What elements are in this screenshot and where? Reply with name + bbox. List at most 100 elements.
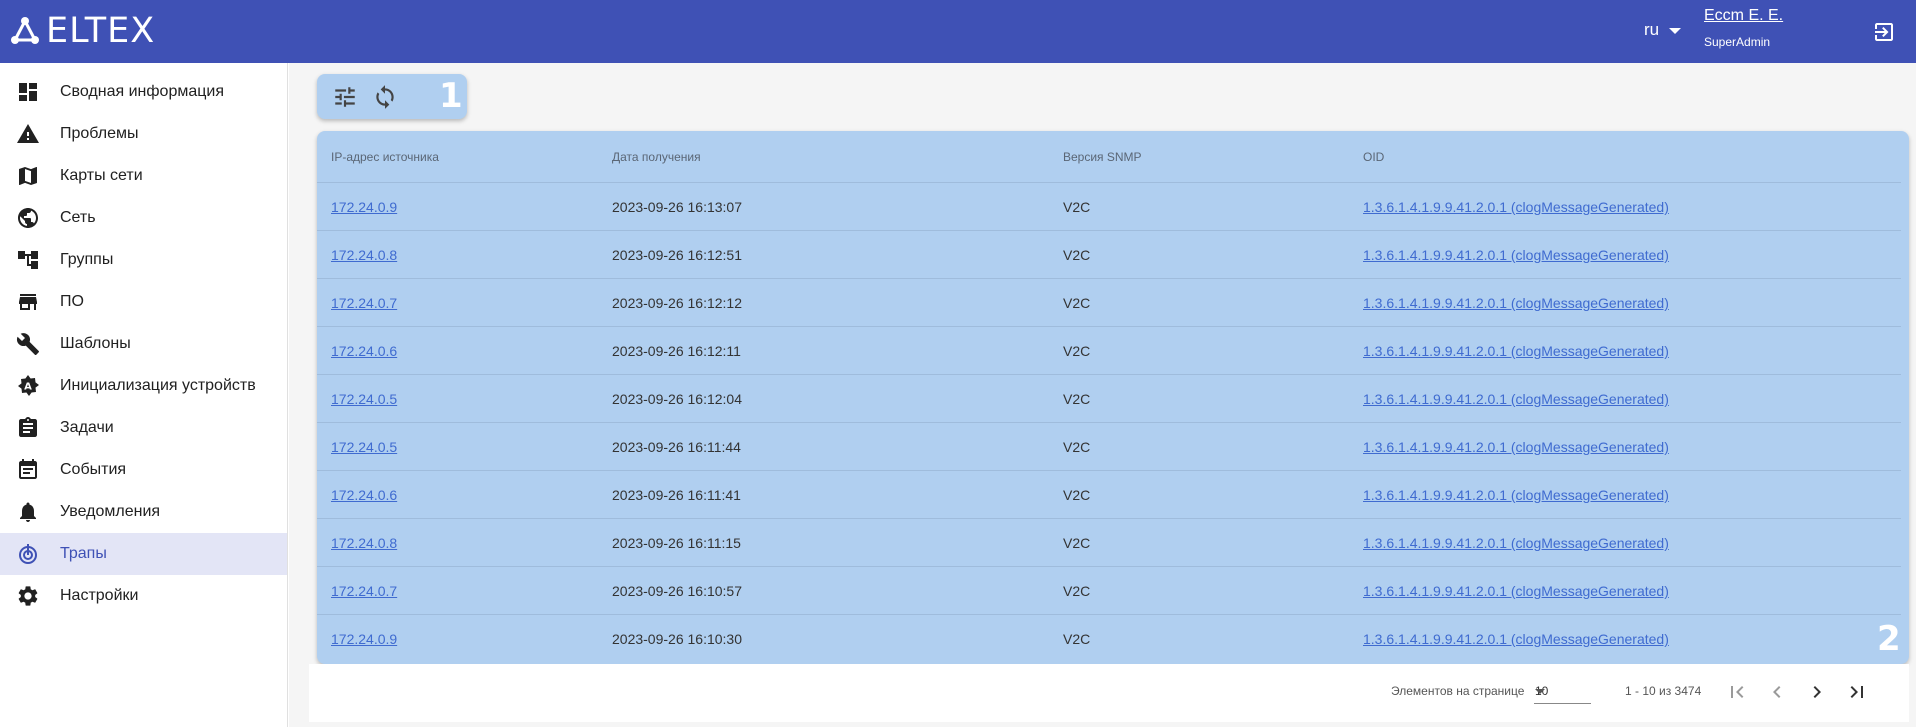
sidebar-item-network[interactable]: Сеть: [0, 197, 287, 239]
source-ip-link[interactable]: 172.24.0.7: [331, 583, 397, 599]
sidebar-item-templates[interactable]: Шаблоны: [0, 323, 287, 365]
snmp-version: V2C: [1063, 583, 1091, 599]
language-value: ru: [1644, 20, 1660, 39]
map-icon: [19, 167, 37, 185]
oid-link[interactable]: 1.3.6.1.4.1.9.9.41.2.0.1 (clogMessageGen…: [1363, 199, 1669, 215]
snmp-version: V2C: [1063, 487, 1091, 503]
received-date: 2023-09-26 16:10:57: [612, 583, 742, 599]
sidebar-item-notifications[interactable]: Уведомления: [0, 491, 287, 533]
sidebar-item-groups[interactable]: Группы: [0, 239, 287, 281]
source-ip-link[interactable]: 172.24.0.6: [331, 487, 397, 503]
table-row[interactable]: 172.24.0.5 2023-09-26 16:12:04 V2C 1.3.6…: [317, 375, 1901, 423]
sidebar-item-label: Уведомления: [60, 503, 161, 520]
toolbar: 1: [317, 74, 467, 119]
source-ip-link[interactable]: 172.24.0.9: [331, 631, 397, 647]
column-header-ip[interactable]: IP-адрес источника: [331, 150, 439, 164]
column-header-date[interactable]: Дата получения: [612, 150, 701, 164]
received-date: 2023-09-26 16:13:07: [612, 199, 742, 215]
oid-link[interactable]: 1.3.6.1.4.1.9.9.41.2.0.1 (clogMessageGen…: [1363, 247, 1669, 263]
warning-icon: [17, 124, 39, 143]
sidebar-item-label: Группы: [60, 251, 114, 268]
table-row[interactable]: 172.24.0.5 2023-09-26 16:11:44 V2C 1.3.6…: [317, 423, 1901, 471]
source-ip-link[interactable]: 172.24.0.9: [331, 199, 397, 215]
source-ip-link[interactable]: 172.24.0.6: [331, 343, 397, 359]
next-page-icon[interactable]: [1805, 680, 1829, 704]
sidebar-item-device-init[interactable]: A Инициализация устройств: [0, 365, 287, 407]
eltex-logo[interactable]: ELTEX: [10, 13, 155, 49]
refresh-icon[interactable]: [372, 84, 398, 110]
user-name[interactable]: Eccm E. E.: [1704, 7, 1783, 25]
oid-link[interactable]: 1.3.6.1.4.1.9.9.41.2.0.1 (clogMessageGen…: [1363, 535, 1669, 551]
app-header: ELTEX ru Eccm E. E. SuperAdmin: [0, 0, 1916, 63]
snmp-version: V2C: [1063, 343, 1091, 359]
oid-link[interactable]: 1.3.6.1.4.1.9.9.41.2.0.1 (clogMessageGen…: [1363, 295, 1669, 311]
trap-icon: [19, 544, 37, 564]
snmp-version: V2C: [1063, 631, 1091, 647]
sidebar-item-label: Инициализация устройств: [60, 377, 256, 394]
table-row[interactable]: 172.24.0.7 2023-09-26 16:12:12 V2C 1.3.6…: [317, 279, 1901, 327]
column-header-snmp-version[interactable]: Версия SNMP: [1063, 150, 1142, 164]
snmp-version: V2C: [1063, 391, 1091, 407]
sidebar-item-dashboard[interactable]: Сводная информация: [0, 71, 287, 113]
dashboard-icon: [19, 83, 37, 101]
sidebar-item-label: События: [60, 461, 127, 478]
received-date: 2023-09-26 16:12:04: [612, 391, 742, 407]
sidebar-item-events[interactable]: События: [0, 449, 287, 491]
received-date: 2023-09-26 16:12:51: [612, 247, 742, 263]
sidebar-item-software[interactable]: ПО: [0, 281, 287, 323]
oid-link[interactable]: 1.3.6.1.4.1.9.9.41.2.0.1 (clogMessageGen…: [1363, 631, 1669, 647]
table-row[interactable]: 172.24.0.6 2023-09-26 16:11:41 V2C 1.3.6…: [317, 471, 1901, 519]
table-row[interactable]: 172.24.0.6 2023-09-26 16:12:11 V2C 1.3.6…: [317, 327, 1901, 375]
sidebar: Сводная информация Проблемы Карты сети С…: [0, 63, 288, 727]
sidebar-item-traps[interactable]: Трапы: [0, 533, 287, 575]
page-range-label: 1 - 10 из 3474: [1625, 684, 1702, 698]
annotation-marker-2: 2: [1877, 619, 1901, 659]
user-menu[interactable]: Eccm E. E. SuperAdmin: [1704, 7, 1783, 49]
source-ip-link[interactable]: 172.24.0.5: [331, 439, 397, 455]
user-role: SuperAdmin: [1704, 35, 1771, 49]
table-row[interactable]: 172.24.0.9 2023-09-26 16:13:07 V2C 1.3.6…: [317, 183, 1901, 231]
sidebar-item-tasks[interactable]: Задачи: [0, 407, 287, 449]
traps-table: IP-адрес источника Дата получения Версия…: [317, 131, 1909, 664]
tune-icon[interactable]: [332, 84, 358, 110]
oid-link[interactable]: 1.3.6.1.4.1.9.9.41.2.0.1 (clogMessageGen…: [1363, 343, 1669, 359]
table-row[interactable]: 172.24.0.8 2023-09-26 16:12:51 V2C 1.3.6…: [317, 231, 1901, 279]
source-ip-link[interactable]: 172.24.0.7: [331, 295, 397, 311]
previous-page-icon[interactable]: [1765, 680, 1789, 704]
source-ip-link[interactable]: 172.24.0.8: [331, 247, 397, 263]
sidebar-item-label: Сеть: [60, 209, 96, 226]
page-size-label: Элементов на странице: [1391, 684, 1525, 698]
snmp-version: V2C: [1063, 295, 1091, 311]
language-select[interactable]: ru: [1644, 20, 1682, 40]
sidebar-item-problems[interactable]: Проблемы: [0, 113, 287, 155]
column-header-oid[interactable]: OID: [1363, 150, 1384, 164]
received-date: 2023-09-26 16:11:44: [612, 439, 741, 455]
sidebar-item-label: Задачи: [60, 419, 114, 436]
table-header: IP-адрес источника Дата получения Версия…: [317, 131, 1901, 183]
source-ip-link[interactable]: 172.24.0.5: [331, 391, 397, 407]
sidebar-item-label: Настройки: [60, 587, 139, 604]
table-row[interactable]: 172.24.0.8 2023-09-26 16:11:15 V2C 1.3.6…: [317, 519, 1901, 567]
logo-text: ELTEX: [46, 11, 156, 51]
oid-link[interactable]: 1.3.6.1.4.1.9.9.41.2.0.1 (clogMessageGen…: [1363, 487, 1669, 503]
oid-link[interactable]: 1.3.6.1.4.1.9.9.41.2.0.1 (clogMessageGen…: [1363, 391, 1669, 407]
svg-text:A: A: [24, 382, 32, 393]
sidebar-nav: Сводная информация Проблемы Карты сети С…: [0, 63, 287, 617]
oid-link[interactable]: 1.3.6.1.4.1.9.9.41.2.0.1 (clogMessageGen…: [1363, 439, 1669, 455]
logout-icon[interactable]: [1872, 20, 1896, 44]
sidebar-item-label: Шаблоны: [60, 335, 131, 352]
table-row[interactable]: 172.24.0.9 2023-09-26 16:10:30 V2C 1.3.6…: [317, 615, 1901, 663]
sidebar-item-label: Трапы: [60, 545, 107, 562]
sidebar-item-label: Сводная информация: [60, 83, 224, 100]
received-date: 2023-09-26 16:12:12: [612, 295, 742, 311]
snmp-version: V2C: [1063, 199, 1091, 215]
source-ip-link[interactable]: 172.24.0.8: [331, 535, 397, 551]
last-page-icon[interactable]: [1845, 680, 1869, 704]
sidebar-item-network-maps[interactable]: Карты сети: [0, 155, 287, 197]
sidebar-item-settings[interactable]: Настройки: [0, 575, 287, 617]
paginator: Элементов на странице 10 1 - 10 из 3474: [309, 664, 1909, 722]
oid-link[interactable]: 1.3.6.1.4.1.9.9.41.2.0.1 (clogMessageGen…: [1363, 583, 1669, 599]
table-row[interactable]: 172.24.0.7 2023-09-26 16:10:57 V2C 1.3.6…: [317, 567, 1901, 615]
first-page-icon[interactable]: [1725, 680, 1749, 704]
page-size-select[interactable]: 10: [1534, 678, 1591, 704]
